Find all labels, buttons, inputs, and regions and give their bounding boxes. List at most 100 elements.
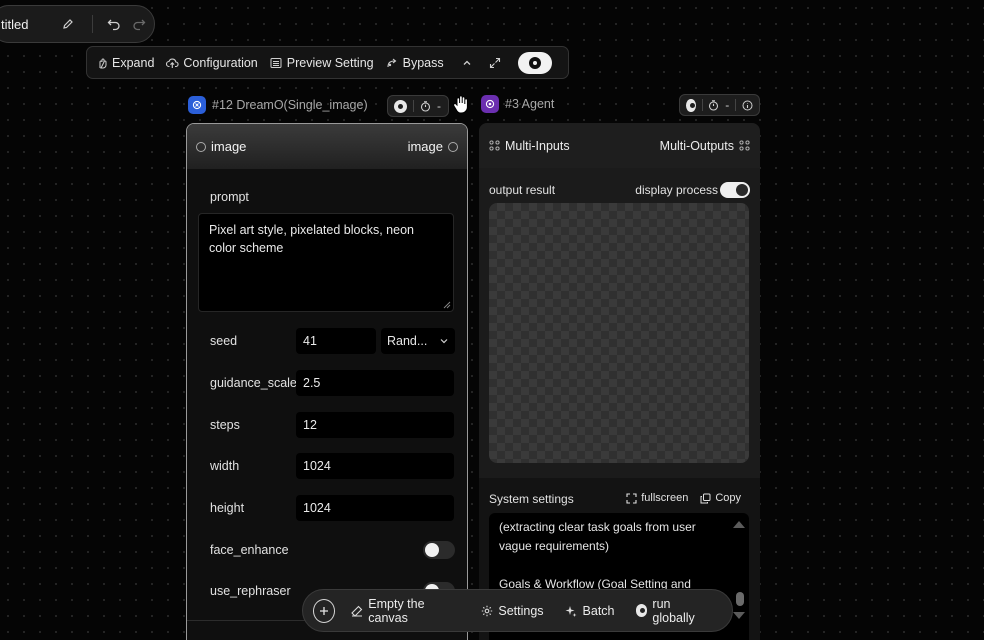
multi-inputs-icon[interactable] [489, 140, 500, 151]
bypass-label: Bypass [402, 55, 444, 70]
switch-knob [736, 184, 748, 196]
bypass-icon [386, 56, 399, 69]
seed-label: seed [210, 334, 238, 348]
display-process-label: display process [635, 183, 718, 197]
scroll-up-icon[interactable] [733, 521, 745, 528]
timer-icon[interactable] [420, 100, 431, 112]
node-left-ports: image image [187, 124, 467, 169]
node-right-title: #3 Agent [505, 97, 555, 111]
steps-label: steps [210, 418, 240, 432]
settings-button[interactable]: Settings [480, 603, 544, 618]
add-node-button[interactable] [313, 598, 336, 623]
prompt-text: Pixel art style, pixelated blocks, neon … [209, 223, 414, 255]
system-text-line: (extracting clear task goals from user v… [499, 520, 696, 553]
system-settings-label: System settings [489, 492, 574, 506]
batch-label: Batch [582, 603, 615, 618]
scroll-down-icon[interactable] [733, 612, 745, 619]
dreamo-node-icon [188, 96, 206, 114]
timer-icon[interactable] [708, 99, 719, 111]
cloud-upload-icon [166, 56, 179, 69]
use-rephraser-label: use_rephraser [210, 584, 291, 598]
face-enhance-label: face_enhance [210, 543, 289, 557]
run-node-toggle[interactable] [517, 51, 552, 74]
switch-knob [425, 543, 439, 557]
chevron-down-icon [439, 336, 449, 346]
height-label: height [210, 501, 245, 515]
input-port-icon[interactable] [196, 141, 206, 152]
node-left-title: #12 DreamO(Single_image) [212, 98, 368, 112]
node-left-header[interactable]: #12 DreamO(Single_image) [188, 96, 368, 114]
multi-outputs-label: Multi-Outputs [659, 138, 734, 153]
guidance-scale-input[interactable]: 2.5 [296, 370, 454, 396]
settings-label: Settings [498, 603, 544, 618]
divider [735, 99, 736, 111]
copy-button[interactable]: Copy [700, 492, 741, 504]
multi-outputs-icon[interactable] [739, 140, 750, 151]
width-input[interactable]: 1024 [296, 453, 454, 479]
dreamo-node[interactable]: image image prompt Pixel art style, pixe… [186, 123, 468, 640]
node-right-timer-value: - [725, 98, 730, 112]
agent-ports: Multi-Inputs Multi-Outputs [479, 123, 760, 168]
divider [413, 100, 414, 112]
fullscreen-button[interactable]: fullscreen [626, 492, 688, 504]
node-left-timer-value: - [437, 99, 441, 113]
face-enhance-switch[interactable] [423, 541, 455, 559]
expand-diagonal-icon[interactable] [484, 52, 506, 74]
info-icon[interactable] [742, 100, 753, 111]
prompt-textarea[interactable]: Pixel art style, pixelated blocks, neon … [198, 213, 454, 312]
scrollbar-thumb[interactable] [736, 592, 744, 606]
steps-input[interactable]: 12 [296, 412, 454, 438]
seed-mode-select[interactable]: Rand... [381, 328, 455, 354]
preview-setting-button[interactable]: Preview Setting [270, 56, 374, 70]
divider [701, 99, 703, 111]
empty-canvas-label: Empty the canvas [368, 596, 425, 625]
agent-node-icon [481, 95, 499, 113]
canvas-bottom-bar: Empty the canvas Settings Batch run glob… [302, 589, 733, 632]
configuration-button[interactable]: Configuration [166, 55, 258, 70]
run-icon [635, 604, 648, 617]
run-globally-label: run globally [652, 596, 695, 625]
node-left-controls: - [387, 95, 449, 117]
configuration-label: Configuration [183, 55, 258, 70]
run-icon [528, 56, 541, 69]
node-right-header[interactable]: #3 Agent [481, 95, 554, 113]
sparkle-icon [565, 604, 578, 617]
fullscreen-label: fullscreen [641, 492, 689, 504]
expand-label: Expand [112, 55, 155, 70]
fullscreen-icon [626, 492, 637, 504]
run-node-icon[interactable] [394, 99, 407, 113]
guidance-scale-label: guidance_scale [210, 376, 297, 390]
chevron-up-icon[interactable] [456, 52, 478, 74]
workflow-title-pill: titled [0, 5, 155, 43]
display-process-switch[interactable] [720, 182, 750, 198]
seed-mode-value: Rand... [387, 334, 428, 348]
divider [92, 15, 94, 33]
run-globally-button[interactable]: run globally [635, 596, 711, 625]
output-preview-area [489, 203, 749, 463]
workflow-title[interactable]: titled [1, 17, 57, 32]
seed-input[interactable]: 41 [296, 328, 376, 354]
batch-button[interactable]: Batch [565, 604, 615, 618]
height-input[interactable]: 1024 [296, 495, 454, 521]
edit-icon[interactable] [57, 13, 78, 35]
multi-inputs-label: Multi-Inputs [505, 138, 570, 153]
redo-icon[interactable] [129, 13, 150, 35]
prompt-label: prompt [210, 190, 249, 204]
expand-button[interactable]: Expand [95, 56, 154, 70]
resize-handle-icon[interactable] [443, 301, 451, 309]
bypass-button[interactable]: Bypass [386, 56, 444, 70]
list-icon [270, 56, 283, 69]
preview-setting-label: Preview Setting [286, 55, 374, 70]
eraser-icon [351, 604, 363, 617]
empty-canvas-button[interactable]: Empty the canvas [351, 597, 459, 625]
output-panel: output result display process [479, 168, 760, 478]
system-settings-actions: fullscreen Copy [626, 492, 741, 504]
run-node-icon[interactable] [686, 98, 696, 112]
hand-point-icon [95, 56, 108, 69]
undo-icon[interactable] [103, 13, 124, 35]
copy-icon [700, 493, 711, 504]
width-label: width [210, 459, 240, 473]
agent-node[interactable]: Multi-Inputs Multi-Outputs output result… [479, 123, 760, 640]
output-port-icon[interactable] [448, 141, 458, 152]
input-port-label: image [211, 139, 247, 154]
